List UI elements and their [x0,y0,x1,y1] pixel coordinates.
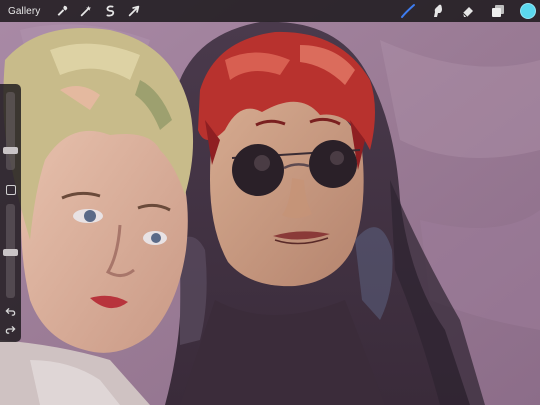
redo-button[interactable] [5,324,16,335]
painting-canvas[interactable] [0,0,540,405]
top-toolbar: Gallery [0,0,540,22]
color-picker-swatch[interactable] [520,3,536,19]
transform-arrow-icon[interactable] [127,4,141,18]
brush-size-slider-thumb[interactable] [3,147,18,155]
brush-icon[interactable] [400,3,416,19]
opacity-slider-thumb[interactable] [3,249,18,257]
gallery-button[interactable]: Gallery [8,6,40,17]
smudge-icon[interactable] [430,3,446,19]
undo-icon [5,308,16,316]
brush-size-slider[interactable] [6,92,15,170]
eraser-icon[interactable] [460,3,476,19]
layers-icon[interactable] [490,3,506,19]
selection-icon[interactable] [103,4,117,18]
wrench-icon[interactable] [55,4,69,18]
left-sidebar [0,84,21,342]
redo-icon [5,326,16,334]
magic-wand-icon[interactable] [79,4,93,18]
undo-button[interactable] [5,306,16,317]
modify-button[interactable] [6,185,16,195]
